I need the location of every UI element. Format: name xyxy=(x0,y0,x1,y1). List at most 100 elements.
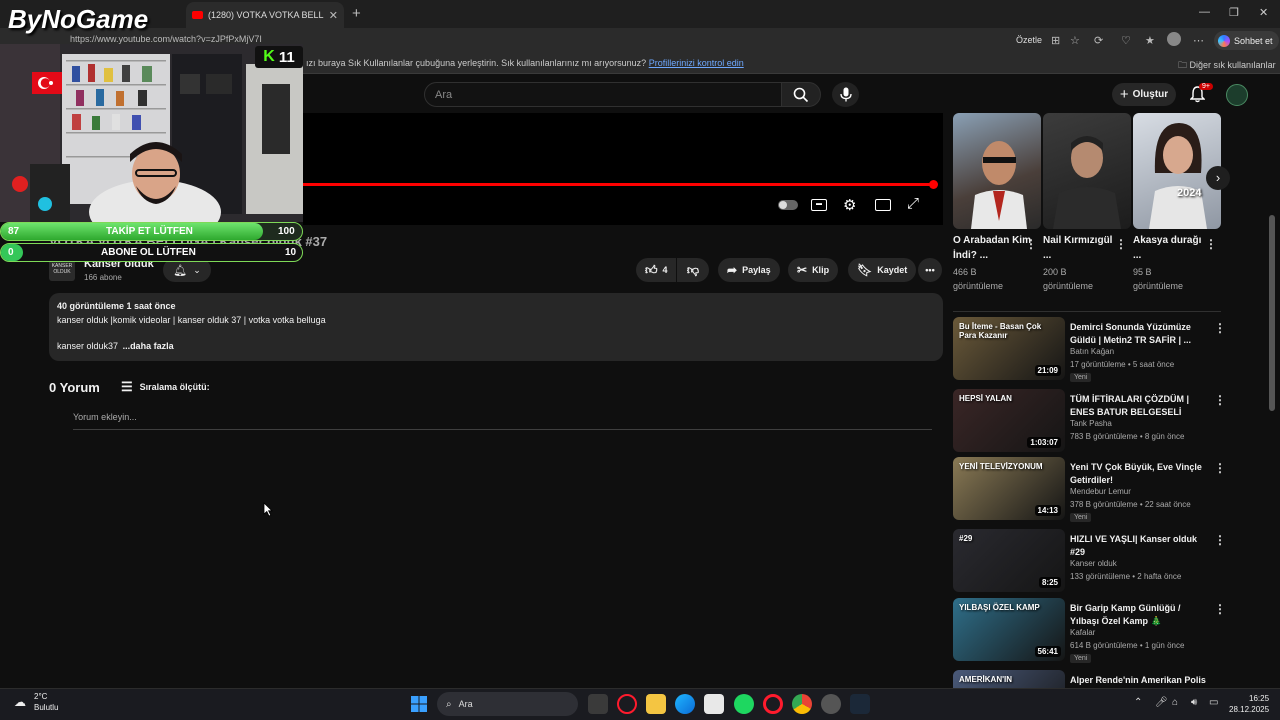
video-thumbnail[interactable]: AMERİKAN'IN xyxy=(953,670,1065,688)
fullscreen-icon[interactable]: ⤢ xyxy=(907,195,919,212)
share-button[interactable]: ➦ Paylaş xyxy=(718,258,780,282)
weather-widget[interactable]: ☁ 2°C Bulutlu xyxy=(14,692,58,714)
account-avatar[interactable] xyxy=(1226,84,1248,106)
channel-avatar[interactable]: KANSER OLDUK xyxy=(49,259,75,281)
miniplayer-icon[interactable] xyxy=(875,199,891,211)
video-menu-icon[interactable]: ⋮ xyxy=(1214,533,1226,547)
favorite-star-icon[interactable]: ☆ xyxy=(1070,34,1080,47)
video-menu-icon[interactable]: ⋮ xyxy=(1214,461,1226,475)
video-channel[interactable]: Batın Kağan xyxy=(1070,347,1114,356)
summarize-button[interactable]: Özetle xyxy=(1016,35,1042,45)
video-thumbnail[interactable]: YENİ TELEVİZYONUM 14:13 xyxy=(953,457,1065,520)
chrome-icon[interactable] xyxy=(792,694,812,714)
show-more-link[interactable]: ...daha fazla xyxy=(123,341,174,351)
short-title[interactable]: Nail Kırmızıgül ... xyxy=(1043,234,1121,263)
network-icon[interactable]: ⌂ xyxy=(1172,697,1178,708)
check-profiles-link[interactable]: Profillerinizi kontrol edin xyxy=(649,58,744,68)
tray-overflow-icon[interactable]: ⌃ xyxy=(1134,697,1142,708)
page-scrollbar[interactable] xyxy=(1269,215,1275,411)
taskbar-search[interactable]: ⌕ Ara xyxy=(437,692,578,716)
video-progress-bar[interactable] xyxy=(303,183,933,186)
search-button[interactable] xyxy=(781,82,821,107)
video-channel[interactable]: Kanser olduk xyxy=(1070,559,1117,568)
save-button[interactable]: 🔖︎ Kaydet xyxy=(848,258,917,282)
file-explorer-icon[interactable] xyxy=(646,694,666,714)
obs-icon[interactable] xyxy=(821,694,841,714)
window-close-icon[interactable]: ✕ xyxy=(1259,6,1268,19)
recommended-video[interactable]: YILBAŞI ÖZEL KAMP 56:41 Bir Garip Kamp Gün… xyxy=(953,598,1226,663)
spotify-icon[interactable] xyxy=(734,694,754,714)
other-favorites[interactable]: 🗀 Diğer sık kullanılanlar xyxy=(1178,58,1276,74)
url-field[interactable]: https://www.youtube.com/watch?v=zJPfPxMj… xyxy=(70,34,262,44)
more-icon[interactable]: ⋯ xyxy=(1193,34,1204,47)
create-button[interactable]: + Oluştur xyxy=(1112,83,1176,106)
video-menu-icon[interactable]: ⋮ xyxy=(1214,321,1226,335)
video-menu-icon[interactable]: ⋮ xyxy=(1214,393,1226,407)
progress-scrubber[interactable] xyxy=(929,180,938,189)
extensions-icon[interactable]: ⟳ xyxy=(1094,34,1103,47)
like-button[interactable]: 👍︎ 4 xyxy=(636,258,676,282)
recommended-video[interactable]: #29 8:25 HIZLI VE YAŞLI| Kanser olduk #29 K… xyxy=(953,529,1226,592)
steam-icon[interactable] xyxy=(850,694,870,714)
short-title[interactable]: O Arabadan Kim İndi? ... xyxy=(953,234,1031,263)
video-thumbnail[interactable]: #29 8:25 xyxy=(953,529,1065,592)
new-tab-icon[interactable]: + xyxy=(352,5,361,22)
short-title[interactable]: Akasya durağı ... xyxy=(1133,234,1211,263)
maximize-icon[interactable]: ❐ xyxy=(1229,6,1239,19)
video-menu-icon[interactable]: ⋮ xyxy=(1214,602,1226,616)
taskbar-clock[interactable]: 16:25 28.12.2025 xyxy=(1229,693,1269,715)
video-channel[interactable]: Kafalar xyxy=(1070,628,1095,637)
video-title[interactable]: HIZLI VE YAŞLI| Kanser olduk #29 xyxy=(1070,533,1208,559)
battery-icon[interactable]: ▭ xyxy=(1209,697,1218,708)
voice-search-button[interactable] xyxy=(832,82,859,107)
search-input[interactable]: Ara xyxy=(424,82,782,107)
short-menu-icon[interactable]: ⋮ xyxy=(1205,237,1217,251)
short-menu-icon[interactable]: ⋮ xyxy=(1025,237,1037,251)
video-title[interactable]: Demirci Sonunda Yüzümüze Güldü | Metin2 … xyxy=(1070,321,1208,347)
short-thumbnail[interactable] xyxy=(953,113,1041,229)
video-channel[interactable]: Mendebur Lemur xyxy=(1070,487,1131,496)
split-view-icon[interactable]: ⊞ xyxy=(1051,34,1060,47)
volume-icon[interactable]: 🔊︎ xyxy=(1191,697,1197,708)
subtitles-icon[interactable]: ▬ xyxy=(811,199,827,211)
video-title[interactable]: Alper Rende'nin Amerikan Polis xyxy=(1070,674,1208,687)
dislike-button[interactable]: 👎︎ xyxy=(677,258,709,282)
short-card[interactable]: O Arabadan Kim İndi? ... 466 B görüntülem… xyxy=(953,113,1041,291)
browser-tab-active[interactable]: (1280) VOTKA VOTKA BELLUGA | K ✕ xyxy=(186,2,344,28)
description-box[interactable]: 40 görüntüleme 1 saat önce kanser olduk … xyxy=(49,293,943,361)
video-thumbnail[interactable]: YILBAŞI ÖZEL KAMP 56:41 xyxy=(953,598,1065,661)
favorites-icon[interactable]: ★ xyxy=(1145,34,1155,47)
short-menu-icon[interactable]: ⋮ xyxy=(1115,237,1127,251)
start-windows-icon[interactable] xyxy=(411,696,427,712)
video-channel[interactable]: Tank Pasha xyxy=(1070,419,1112,428)
clip-button[interactable]: ✂ Klip xyxy=(788,258,839,282)
settings-gear-icon[interactable]: ⚙ xyxy=(843,196,856,214)
short-thumbnail[interactable] xyxy=(1043,113,1131,229)
recommended-video[interactable]: YENİ TELEVİZYONUM 14:13 Yeni TV Çok Büyük,… xyxy=(953,457,1226,522)
shorts-next-chevron-icon[interactable]: › xyxy=(1206,166,1230,190)
video-title[interactable]: Yeni TV Çok Büyük, Eve Vinçle Getirdiler… xyxy=(1070,461,1208,487)
edge-icon[interactable] xyxy=(675,694,695,714)
video-title[interactable]: Bir Garip Kamp Günlüğü / Yılbaşı Özel Ka… xyxy=(1070,602,1208,628)
video-title[interactable]: TÜM İFTİRALARI ÇÖZDÜM | ENES BATUR BELGE… xyxy=(1070,393,1208,419)
recommended-video[interactable]: Bu İteme - Basan Çok Para Kazanır 21:09 De… xyxy=(953,317,1226,382)
short-card[interactable]: Nail Kırmızıgül ... 200 B görüntüleme ⋮ xyxy=(1043,113,1131,291)
opera-icon[interactable] xyxy=(763,694,783,714)
sort-comments-button[interactable]: ☰ Sıralama ölçütü: xyxy=(121,379,210,395)
video-thumbnail[interactable]: Bu İteme - Basan Çok Para Kazanır 21:09 xyxy=(953,317,1065,380)
tray-mic-icon[interactable]: 🎤︎ xyxy=(1155,697,1168,708)
task-view-icon[interactable] xyxy=(588,694,608,714)
copilot-button[interactable]: Sohbet et xyxy=(1214,31,1279,50)
close-tab-icon[interactable]: ✕ xyxy=(329,9,338,22)
autoplay-toggle[interactable] xyxy=(778,200,798,210)
profile-icon[interactable] xyxy=(1167,32,1181,46)
video-thumbnail[interactable]: HEPSİ YALAN 1:03:07 xyxy=(953,389,1065,452)
browser-essentials-icon[interactable]: ♡ xyxy=(1121,34,1131,47)
recommended-video[interactable]: AMERİKAN'IN Alper Rende'nin Amerikan Poli… xyxy=(953,670,1223,688)
store-icon[interactable] xyxy=(704,694,724,714)
comment-input[interactable]: Yorum ekleyin... xyxy=(73,412,932,430)
recommended-video[interactable]: HEPSİ YALAN 1:03:07 TÜM İFTİRALARI ÇÖZDÜM … xyxy=(953,389,1226,452)
opera-gx-icon[interactable] xyxy=(617,694,637,714)
minimize-icon[interactable]: — xyxy=(1199,6,1210,18)
more-actions-button[interactable]: ••• xyxy=(918,258,942,282)
